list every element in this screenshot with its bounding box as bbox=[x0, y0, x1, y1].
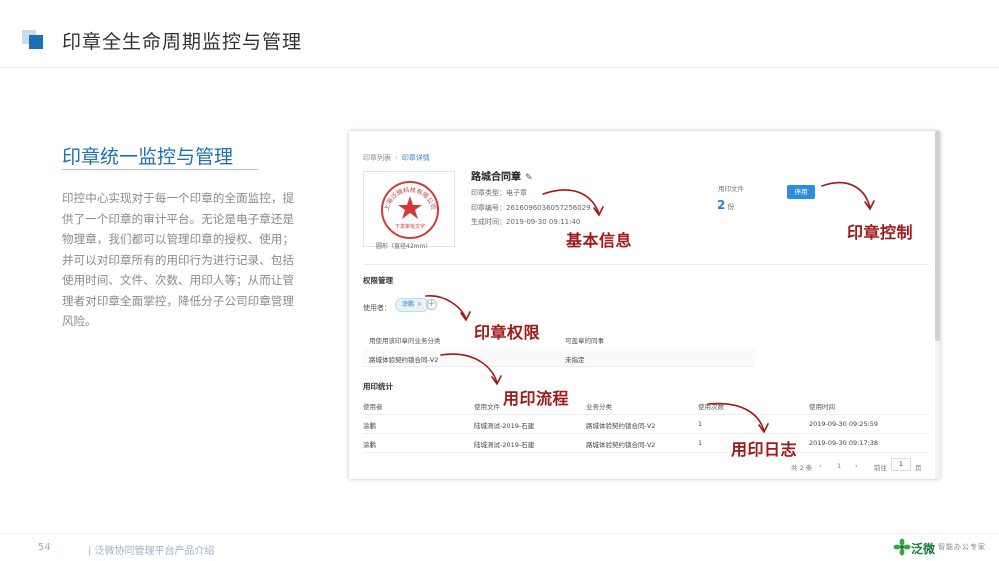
stats-header-user: 使用者 bbox=[363, 403, 383, 411]
pager-goto-label: 前往 bbox=[874, 464, 887, 472]
table-cell: 2019-09-30 09:17:38 bbox=[809, 439, 879, 447]
divider bbox=[363, 264, 929, 265]
permission-category-value: 路城体验契约锁合同-V2 bbox=[369, 356, 439, 364]
user-tag-text: 涂鹏 bbox=[402, 301, 415, 308]
add-user-icon[interactable]: + bbox=[426, 299, 437, 310]
table-cell: 1 bbox=[698, 439, 703, 447]
footer-text: | 泛微协同管理平台产品介绍 bbox=[88, 546, 215, 557]
permission-header-colleague: 可盖章的同事 bbox=[565, 337, 604, 345]
breadcrumb: 印章列表 › 印章详情 bbox=[363, 153, 430, 163]
slide-header: 印章全生命周期监控与管理 bbox=[0, 0, 999, 68]
pager-suffix: 页 bbox=[915, 464, 922, 472]
pager-next-icon[interactable]: › bbox=[855, 462, 858, 470]
callout-seal-flow: 用印流程 bbox=[503, 389, 570, 408]
callout-seal-log: 用印日志 bbox=[731, 440, 798, 459]
pager-total: 共 2 条 bbox=[791, 464, 813, 472]
pager-current-page[interactable]: 1 bbox=[837, 462, 841, 470]
breadcrumb-seal-list[interactable]: 印章列表 bbox=[363, 154, 391, 162]
table-cell: 1 bbox=[698, 420, 703, 428]
stats-header-category: 业务分类 bbox=[586, 403, 612, 411]
edit-pencil-icon[interactable]: ✎ bbox=[525, 173, 533, 183]
table-row-divider bbox=[363, 433, 929, 434]
footer-divider bbox=[0, 533, 999, 534]
table-cell: 陆城测试-2019-石建 bbox=[474, 441, 535, 449]
weaver-logo-icon bbox=[893, 538, 911, 556]
stats-header-file: 使用文件 bbox=[474, 403, 500, 411]
seal-bottom-text: 下发审批文字 bbox=[395, 223, 425, 230]
stats-header-time: 使用时间 bbox=[809, 403, 835, 411]
scrollbar-thumb[interactable] bbox=[935, 131, 940, 341]
files-count-unit: 份 bbox=[727, 203, 735, 211]
table-cell: 2019-09-30 09:25:59 bbox=[809, 420, 879, 428]
seal-image-frame: 上海泛微科技有限公司 下发审批文字 bbox=[363, 171, 455, 247]
seal-caption: 圆形（直径42mm） bbox=[376, 243, 432, 250]
section-title: 印章统一监控与管理 bbox=[62, 146, 234, 168]
pager-prev-icon[interactable]: ‹ bbox=[819, 462, 822, 470]
seal-detail-screenshot: 印章列表 › 印章详情 上海泛微科技有限公司 下发审批文字 圆形（直径42mm） 路… bbox=[349, 131, 940, 479]
slide-title: 印章全生命周期监控与管理 bbox=[62, 31, 303, 53]
table-cell: 陆城测试-2019-石建 bbox=[474, 422, 535, 430]
seal-type: 印章类型：电子章 bbox=[471, 189, 527, 197]
table-cell: 涂鹏 bbox=[363, 441, 376, 449]
stats-title: 用印统计 bbox=[363, 382, 393, 391]
stop-button[interactable]: 停用 bbox=[787, 185, 815, 199]
callout-basic-info: 基本信息 bbox=[566, 231, 633, 250]
seal-name-text: 路城合同章 bbox=[471, 172, 521, 183]
stats-header-count: 使用次数 bbox=[698, 403, 724, 411]
section-description: 印控中心实现对于每一个印章的全面监控，提供了一个印章的审计平台。无论是电子章还是… bbox=[62, 191, 294, 328]
pager-goto-input[interactable]: 1 bbox=[891, 458, 911, 471]
user-tag: 涂鹏 × bbox=[395, 298, 430, 312]
table-row-divider bbox=[363, 452, 929, 453]
callout-seal-permission: 印章权限 bbox=[474, 323, 541, 342]
seal-image: 上海泛微科技有限公司 下发审批文字 bbox=[381, 181, 439, 239]
files-count: 2份 bbox=[717, 198, 734, 212]
logo-slogan: 智能办公专家 bbox=[938, 543, 986, 551]
section-underline bbox=[62, 169, 258, 170]
seal-number: 印章编号：2616096036057256029 bbox=[471, 204, 591, 212]
table-cell: 路城体验契约锁合同-V2 bbox=[586, 422, 656, 430]
table-cell: 路城体验契约锁合同-V2 bbox=[586, 441, 656, 449]
header-mark-dark bbox=[29, 35, 43, 49]
table-cell: 涂鹏 bbox=[363, 422, 376, 430]
seal-name: 路城合同章 ✎ bbox=[471, 168, 533, 183]
breadcrumb-separator: › bbox=[395, 154, 398, 162]
files-count-value[interactable]: 2 bbox=[717, 198, 725, 212]
permission-colleague-value: 未指定 bbox=[565, 356, 585, 364]
table-divider bbox=[363, 414, 929, 415]
callout-seal-control: 印章控制 bbox=[847, 223, 914, 242]
permission-header-category: 用使用该印章的业务分类 bbox=[369, 337, 441, 345]
logo-text: 泛微 bbox=[911, 542, 936, 556]
permission-title: 权限管理 bbox=[363, 276, 393, 285]
tag-close-icon[interactable]: × bbox=[417, 301, 422, 308]
seal-created-time: 生成时间：2019-09-30 09:11:40 bbox=[471, 218, 581, 226]
page-number: 54 bbox=[38, 542, 51, 553]
files-label: 用印文件 bbox=[718, 185, 744, 193]
scrollbar[interactable] bbox=[935, 131, 940, 479]
breadcrumb-current: 印章详情 bbox=[401, 154, 430, 162]
user-label: 使用者： bbox=[363, 304, 391, 312]
seal-star-icon bbox=[398, 196, 422, 219]
